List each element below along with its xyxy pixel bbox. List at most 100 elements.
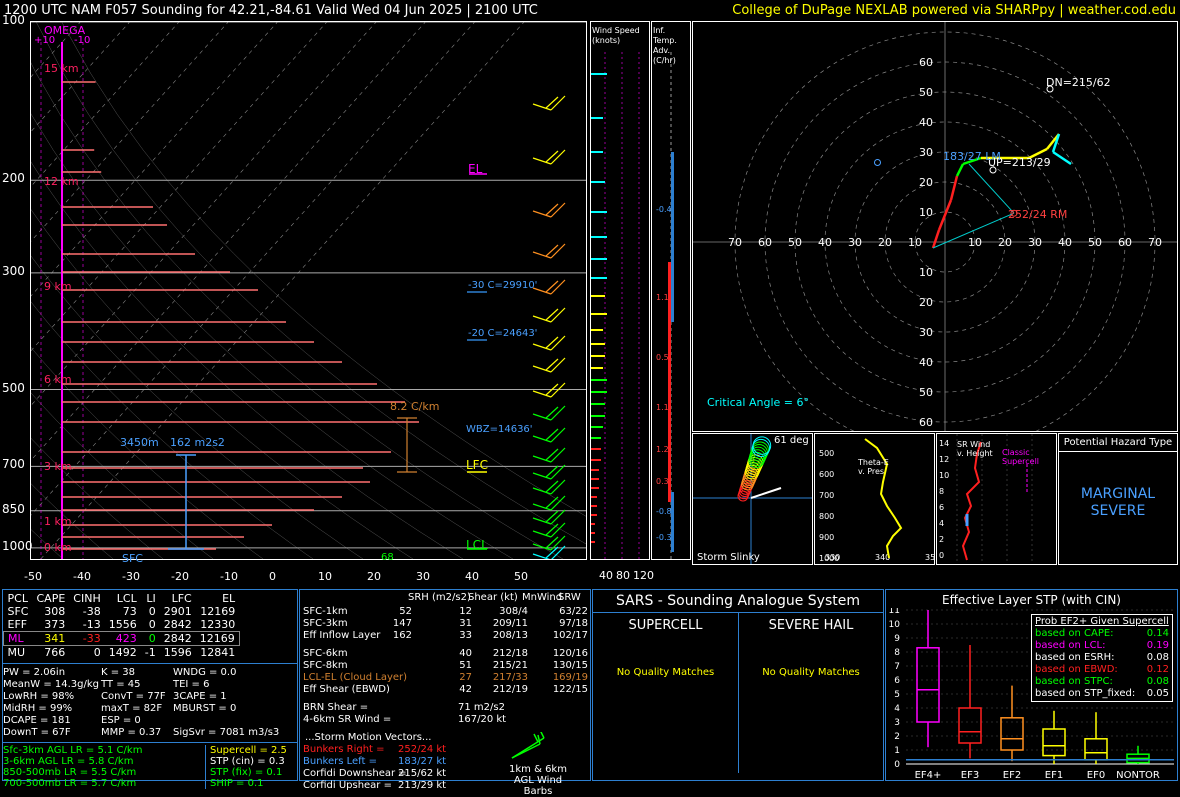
page-title: 1200 UTC NAM F057 Sounding for 42.21,-84… [4,3,538,18]
stp-y-tick: 3 [894,718,900,728]
lapse-composite-block: Sfc-3km AGL LR = 5.1 C/km 3-6km AGL LR =… [3,742,297,789]
srw-tick: 4 [939,519,944,528]
wind-barb-flag [545,523,559,536]
kin-cell: 130/15 [552,660,588,671]
wind-barb-flag [545,448,559,461]
parcel-row-ml[interactable]: ML 341 -33 423 0 2842 12169 [3,631,240,646]
advection-value: 1.1 [656,293,669,302]
wind-barb-staff [532,343,552,351]
hazard-value: MARGINAL SEVERE [1080,486,1156,519]
stp-y-tick: 11 [889,608,900,616]
storm-motion-label: Corfidi Upshear = [303,780,392,791]
advection-value: 1.2 [656,445,669,454]
advection-value: 0.3 [656,477,669,486]
index-cell: DCAPE = 181 [3,715,71,726]
parcel-row-sfc[interactable]: SFC 308 -38 73 0 2901 12169 [4,605,240,618]
index-cell: WNDG = 0.0 [173,667,237,678]
kin-cell: 4-6km SR Wind = [303,714,392,725]
kin-cell: 212/18 [492,648,528,659]
sars-panel: SARS - Sounding Analogue System SUPERCEL… [592,589,884,781]
height-15km: 15 km [44,62,79,75]
kin-header-srh: SRH (m2/s2) [408,592,471,603]
wind-barb-flag [545,428,559,441]
wind-barb-staff [532,315,552,323]
stp-y-tick: 0 [894,760,900,770]
hodo-x-tick: 40 [1058,236,1072,249]
parcel-row-eff[interactable]: EFF 373 -13 1556 0 2842 12330 [4,618,240,632]
index-cell: maxT = 82F [101,703,163,714]
kin-row-sfc-6km: SFC-6km 40 212/18 120/16 [300,648,590,660]
kin-cell: 162 [392,630,412,641]
storm-motion-label: Corfidi Downshear = [303,768,407,779]
wind-barb-staff [532,157,552,165]
parcel-cell: 2901 [163,605,192,618]
kin-cell: 167/20 kt [458,714,507,725]
stp-legend: Prob EF2+ Given Supercell based on CAPE:… [1031,614,1173,702]
wind-barb-flag [545,496,559,509]
parcel-cell: 12169 [199,632,235,645]
parcel-cell: 0 [148,618,156,631]
wind-barb-staff [532,435,552,443]
parcel-header-cape: CAPE [36,592,66,605]
hodo-lm-label: 183/27 LM [943,150,1001,163]
kin-cell: 33 [459,630,472,641]
kin-row-cloud-layer: LCL-EL (Cloud Layer) 27 217/33 169/19 [300,672,590,684]
parcel-cell: 2842 [163,618,192,631]
index-cell: MMP = 0.37 [101,727,162,738]
storm-motion-value: 183/27 kt [398,756,447,767]
hodo-ring-label: 10 [919,206,933,219]
parcel-header-li: LI [146,592,156,605]
parcel-cell: 1596 [163,646,192,659]
wind-barb-staff [532,103,552,111]
temperature-tick: -10 [220,570,238,583]
parcel-header-cinh: CINH [73,592,101,605]
wind-barb-staff [532,390,552,398]
stp-y-tick: 5 [894,690,900,700]
hodo-ring-label: 20 [919,176,933,189]
height-9km: 9 km [44,280,72,293]
lfc-label: LFC [466,458,488,472]
parcel-cell: -1 [144,646,156,659]
kin-cell: 102/17 [552,630,588,641]
kin-cell: 212/19 [492,684,528,695]
stp-y-tick: 9 [894,634,900,644]
index-cell: ESP = 0 [101,715,141,726]
parcel-cell: -13 [82,618,101,631]
parcel-row-mu[interactable]: MU 766 0 1492 -1 1596 12841 [4,646,240,659]
kin-cell: SFC-8km [303,660,348,671]
stp-legend-value: 0.05 [1146,688,1169,699]
kin-cell: SFC-3km [303,618,348,629]
classic-supercell-label: Classic Supercell [1002,448,1040,466]
stp-y-tick: 10 [889,620,901,630]
hodo-ring-label: 30 [919,146,933,159]
wind-barb-staff [532,455,552,463]
hodo-lm-marker [874,159,881,166]
wind-barb-flag [545,536,559,549]
kin-cell: 51 [459,660,472,671]
index-cell: 3CAPE = 1 [173,691,227,702]
wind-barb-flag [545,406,559,419]
wind-barb-flag [545,280,559,293]
kin-cell: 147 [392,618,412,629]
index-cell: TT = 45 [101,679,141,690]
parcel-cell: 12330 [200,618,236,631]
parcel-cell: MU [7,646,26,659]
stp-legend-value: 0.12 [1146,664,1169,675]
hodo-x-tick: 50 [788,236,802,249]
stp-box [916,647,940,723]
composite-item: STP (fix) = 0.1 [210,767,283,778]
stp-category-label: EF1 [1045,770,1063,780]
index-cell: DownT = 67F [3,727,71,738]
hodo-trace [1052,150,1072,166]
hodo-ring-label: 40 [919,116,933,129]
lapse-rate-item: 850-500mb LR = 5.5 C/km [3,767,137,778]
stp-category-label: EF4+ [915,770,942,780]
hodo-trace [955,163,965,177]
srw-tick: 12 [939,455,949,464]
sars-supercell-title: SUPERCELL [628,618,703,633]
kin-row-eff-inflow: Eff Inflow Layer 162 33 208/13 102/17 [300,630,590,642]
kinematics-rows: SFC-1km 52 12 308/4 63/22 SFC-3km 147 31… [300,606,590,726]
advection-value: -0.4 [656,205,672,214]
hodo-x-tick: 70 [1148,236,1162,249]
kin-cell: BRN Shear = [303,702,369,713]
